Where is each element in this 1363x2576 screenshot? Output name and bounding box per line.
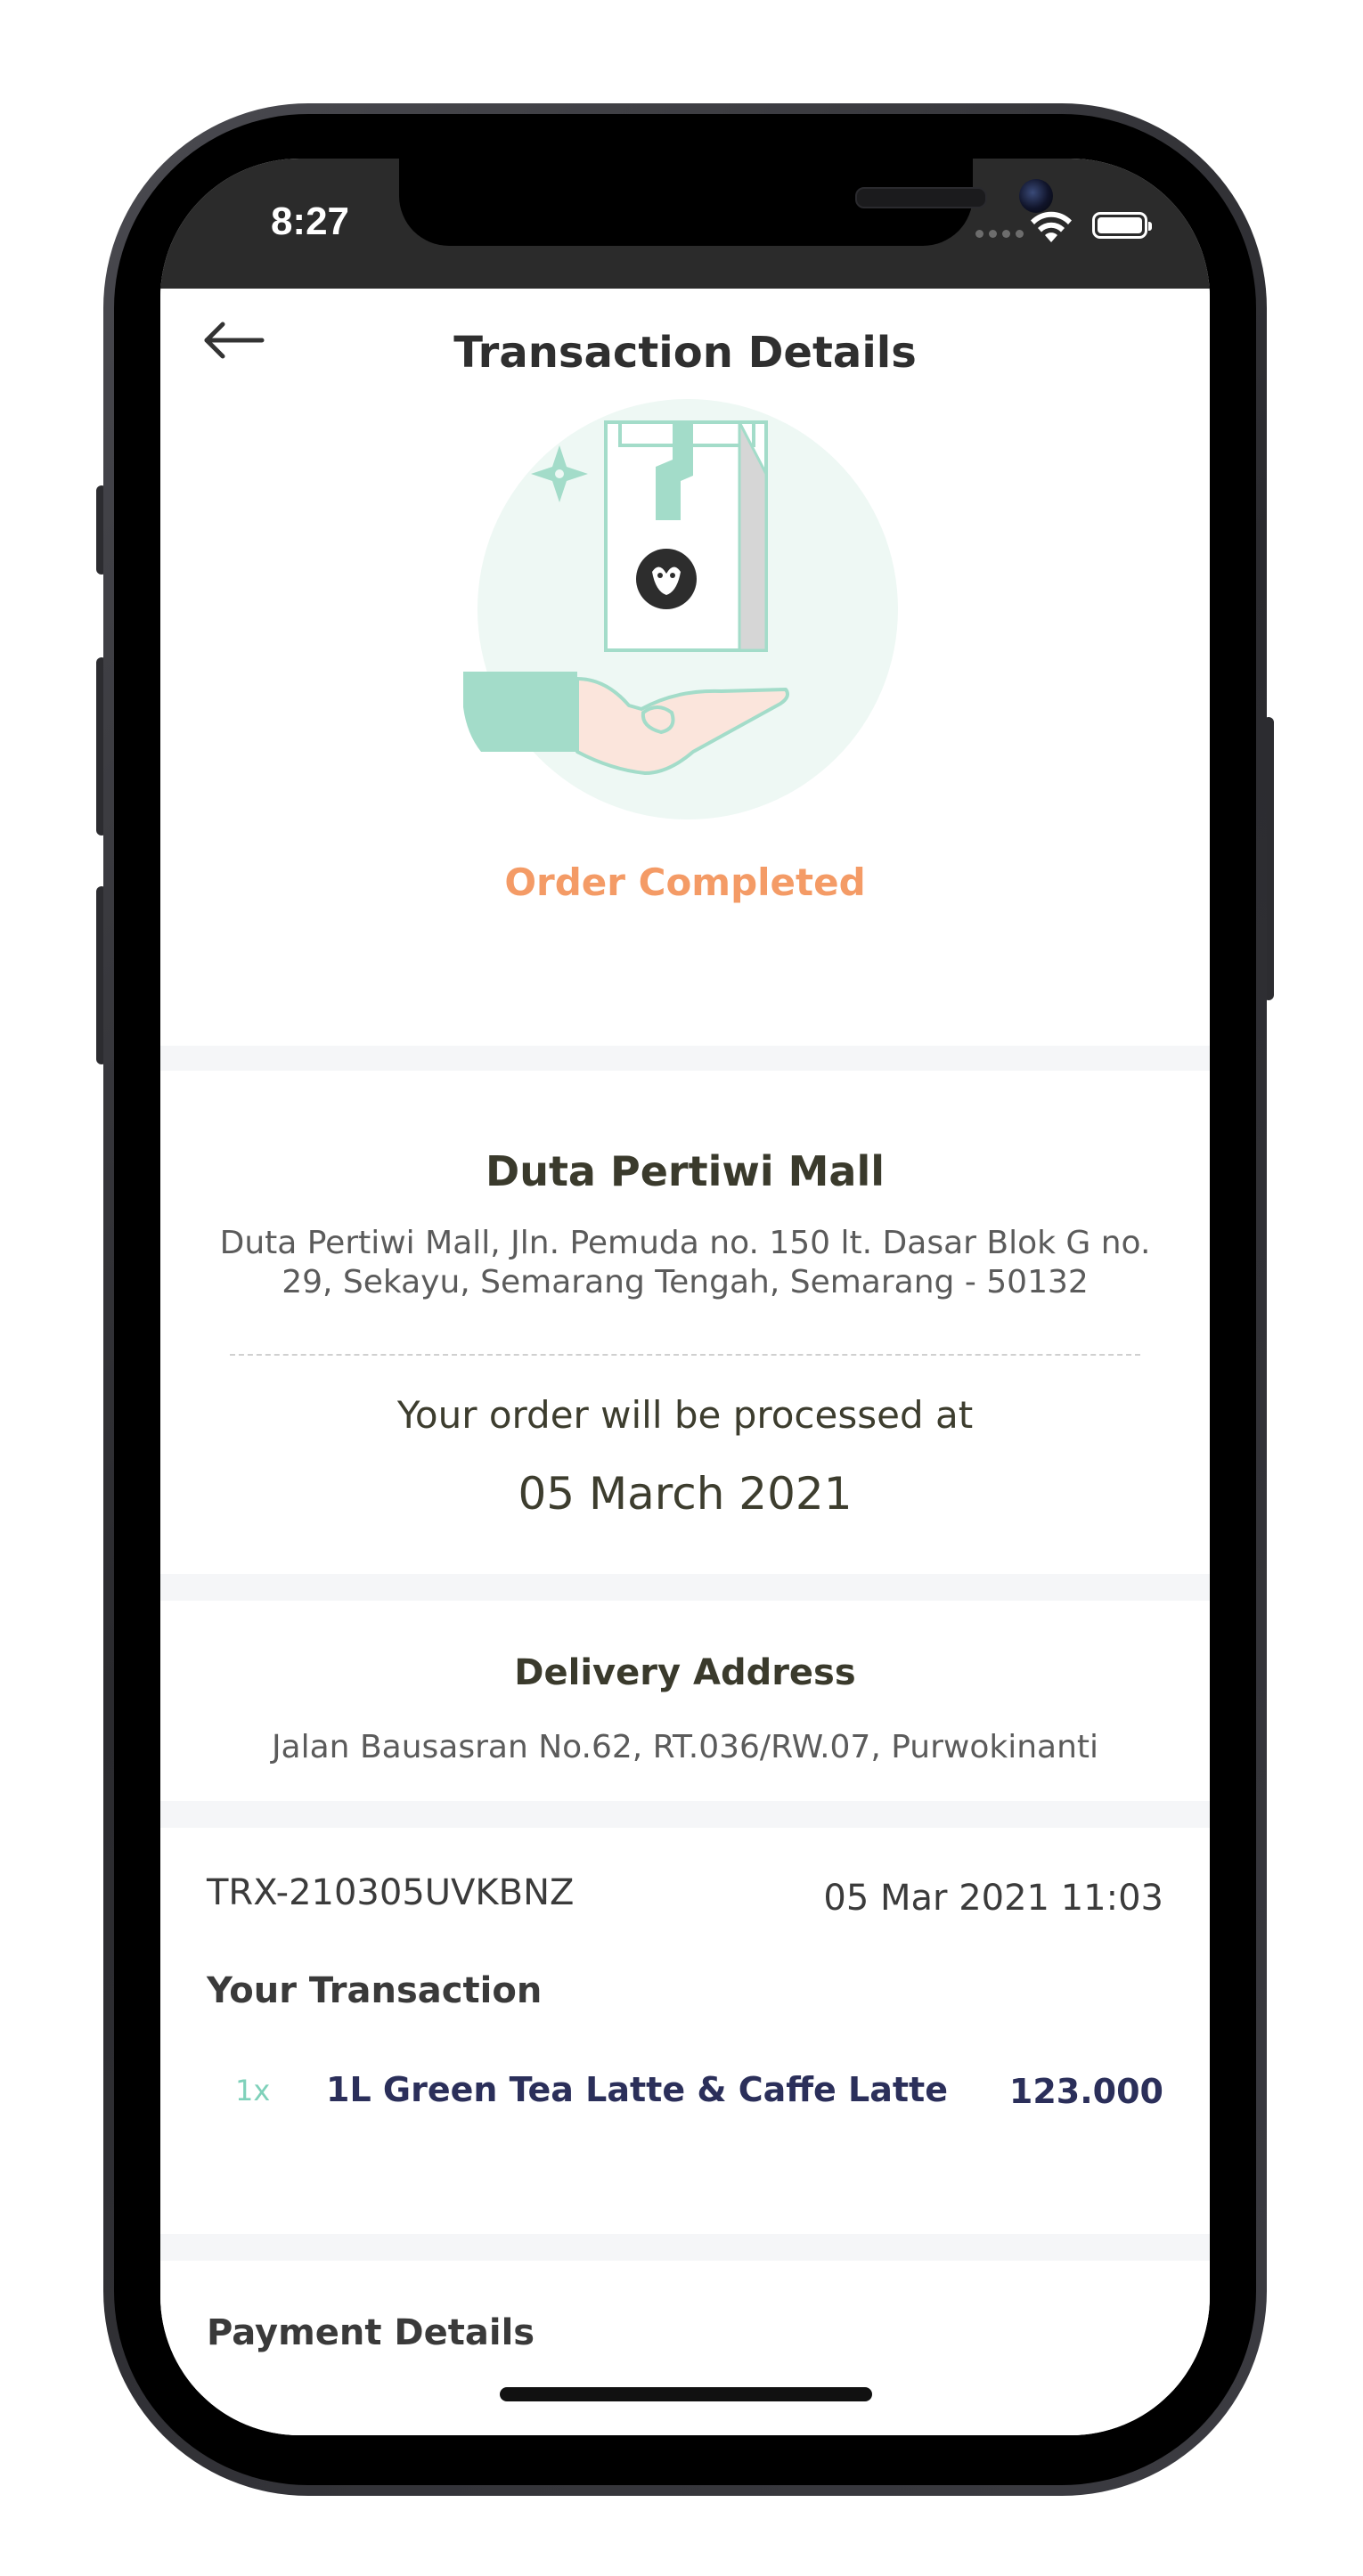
section-divider: [160, 1574, 1210, 1601]
store-address: Duta Pertiwi Mall, Jln. Pemuda no. 150 l…: [219, 1225, 1151, 1300]
store-section: Duta Pertiwi Mall Duta Pertiwi Mall, Jln…: [160, 1071, 1210, 1574]
cellular-signal-icon: [975, 230, 1024, 238]
transaction-datetime: 05 Mar 2021 11:03: [823, 1878, 1163, 1919]
speaker-grille: [855, 187, 987, 208]
dashed-divider: [230, 1354, 1140, 1356]
payment-title: Payment Details: [207, 2312, 535, 2353]
item-quantity: 1x: [235, 2074, 271, 2107]
section-divider: [160, 2234, 1210, 2261]
delivery-title: Delivery Address: [514, 1652, 856, 1693]
section-divider: [160, 1801, 1210, 1828]
page-title: Transaction Details: [453, 328, 917, 378]
store-name: Duta Pertiwi Mall: [486, 1147, 885, 1195]
home-indicator[interactable]: [500, 2387, 872, 2401]
battery-icon: [1092, 212, 1152, 239]
list-item[interactable]: 1x 1L Green Tea Latte & Caffe Latte 123.…: [160, 2061, 1210, 2132]
wifi-icon: [1031, 211, 1072, 242]
processing-label: Your order will be processed at: [396, 1393, 974, 1437]
item-price: 123.000: [1008, 2072, 1163, 2111]
transaction-section: TRX-210305UVKBNZ 05 Mar 2021 11:03 Your …: [160, 1828, 1210, 2234]
section-divider: [160, 1046, 1210, 1072]
transaction-title: Your Transaction: [207, 1970, 543, 2011]
status-time: 8:27: [270, 200, 350, 243]
order-status-label: Order Completed: [504, 860, 866, 904]
front-camera: [1019, 179, 1053, 213]
delivery-section: Delivery Address Jalan Bausasran No.62, …: [160, 1601, 1210, 1801]
app-header: Transaction Details: [160, 289, 1210, 395]
payment-section: Payment Details: [160, 2261, 1210, 2435]
notch: [399, 159, 1053, 246]
transaction-id: TRX-210305UVKBNZ: [207, 1872, 575, 1913]
hand-receiving-coffee-bag-icon: [463, 399, 898, 819]
phone-screen: 8:27 Transaction Details Order Completed…: [160, 159, 1210, 2435]
processing-date: 05 March 2021: [518, 1468, 853, 1520]
delivery-address: Jalan Bausasran No.62, RT.036/RW.07, Pur…: [271, 1729, 1099, 1765]
order-status-section: Order Completed: [160, 395, 1210, 1037]
item-name: 1L Green Tea Latte & Caffe Latte: [326, 2070, 948, 2109]
